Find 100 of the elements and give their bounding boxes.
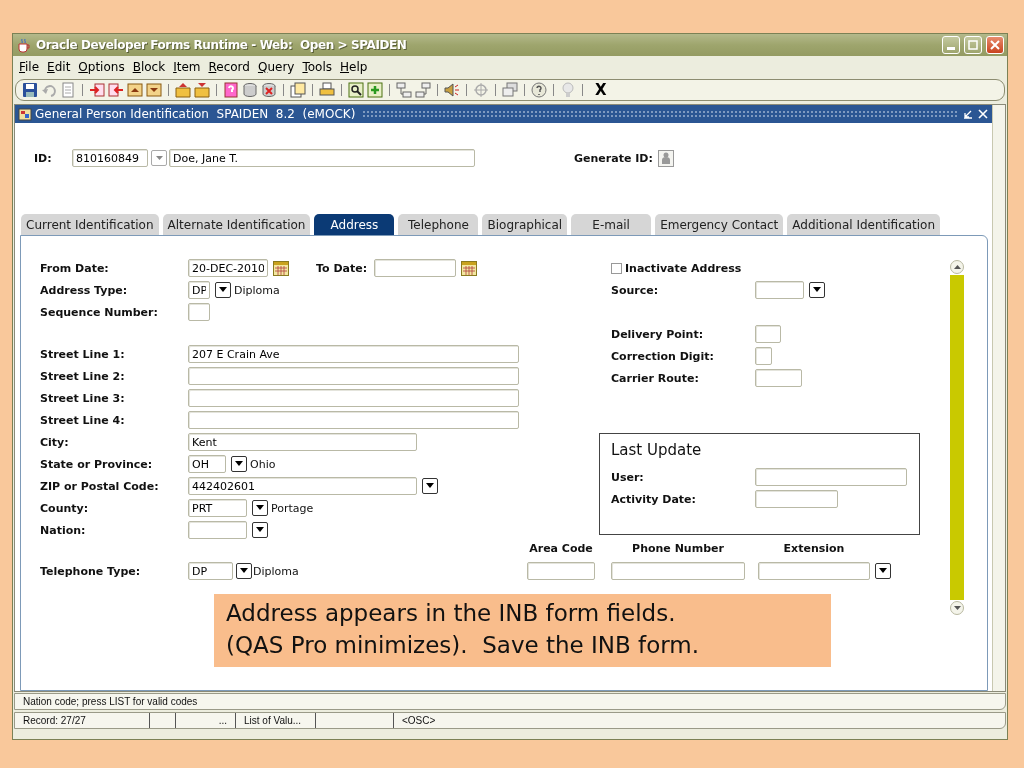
window-scrollbar[interactable] bbox=[992, 105, 1005, 691]
pages-icon[interactable] bbox=[290, 82, 306, 98]
note-text: (QAS Pro minimizes). Save the INB form. bbox=[226, 631, 701, 660]
text-field[interactable] bbox=[188, 303, 210, 321]
id-field[interactable]: 810160849 bbox=[72, 149, 148, 167]
tab[interactable]: Additional Identification bbox=[787, 214, 941, 235]
caret-icon bbox=[155, 155, 163, 161]
field-label: Street Line 3: bbox=[40, 391, 126, 405]
calendar-icon bbox=[273, 260, 289, 276]
minimize-button[interactable] bbox=[962, 108, 974, 120]
status-text: ... bbox=[217, 715, 228, 726]
dropdown-button[interactable] bbox=[252, 522, 268, 538]
tab[interactable]: Current Identification bbox=[21, 214, 159, 235]
code-field[interactable] bbox=[188, 521, 247, 539]
printer-icon[interactable] bbox=[319, 82, 335, 98]
coffee-cup-icon bbox=[16, 37, 32, 53]
tray-up-icon[interactable] bbox=[127, 82, 143, 98]
dropdown-button[interactable] bbox=[422, 478, 438, 494]
text-field[interactable] bbox=[755, 347, 772, 365]
question-mark-page-icon[interactable] bbox=[223, 82, 239, 98]
menu-item[interactable]: Tools bbox=[298, 60, 336, 74]
code-field[interactable]: OH bbox=[188, 455, 226, 473]
menu-item[interactable]: Help bbox=[336, 60, 372, 74]
text-field[interactable] bbox=[755, 468, 907, 486]
calendar-button[interactable] bbox=[272, 259, 290, 277]
field-label: User: bbox=[611, 470, 645, 484]
text-field[interactable]: 442402601 bbox=[188, 477, 417, 495]
dropdown-button[interactable] bbox=[231, 456, 247, 472]
close-icon bbox=[977, 108, 989, 120]
date-field[interactable] bbox=[374, 259, 457, 277]
code-description: Diploma bbox=[234, 283, 280, 297]
tab[interactable]: Alternate Identification bbox=[162, 214, 311, 235]
phone-field[interactable] bbox=[758, 562, 870, 580]
generate-id-button[interactable] bbox=[656, 149, 675, 167]
checkbox[interactable] bbox=[611, 262, 622, 274]
menu-item[interactable]: Block bbox=[128, 60, 170, 74]
scroll-up-button[interactable] bbox=[950, 260, 964, 274]
phone-field[interactable] bbox=[527, 562, 595, 580]
tab[interactable]: Address bbox=[314, 214, 395, 235]
arrow-out-of-box-icon[interactable] bbox=[108, 82, 124, 98]
field-label: State or Province: bbox=[40, 457, 154, 471]
close-button[interactable] bbox=[986, 36, 1004, 54]
menu-item[interactable]: Record bbox=[204, 60, 254, 74]
tab[interactable]: Telephone bbox=[398, 214, 479, 235]
dropdown-button[interactable] bbox=[809, 282, 825, 298]
tab[interactable]: Biographical bbox=[482, 214, 568, 235]
field-label: County: bbox=[40, 501, 90, 515]
maximize-button[interactable] bbox=[964, 36, 982, 54]
date-field[interactable]: 20-DEC-2010 bbox=[188, 259, 268, 277]
tray-down-icon[interactable] bbox=[146, 82, 162, 98]
menu-item[interactable]: File bbox=[15, 60, 44, 74]
menu-item[interactable]: Query bbox=[253, 60, 299, 74]
form-icon bbox=[18, 107, 32, 121]
cylinder-icon[interactable] bbox=[242, 82, 258, 98]
cylinder-cross-icon[interactable] bbox=[261, 82, 277, 98]
folder-arrow-icon[interactable] bbox=[194, 82, 210, 98]
linked-boxes-icon[interactable] bbox=[415, 82, 431, 98]
menu-item[interactable]: Edit bbox=[43, 60, 75, 74]
text-field[interactable] bbox=[188, 367, 519, 385]
stacked-windows-icon[interactable] bbox=[502, 82, 518, 98]
magnifier-icon[interactable] bbox=[348, 82, 364, 98]
maximize-icon bbox=[968, 40, 978, 50]
text-field[interactable] bbox=[755, 369, 802, 387]
dropdown-button[interactable] bbox=[215, 282, 231, 298]
text-field[interactable] bbox=[755, 281, 804, 299]
arrow-into-box-icon[interactable] bbox=[89, 82, 105, 98]
folder-arrow-icon[interactable] bbox=[175, 82, 191, 98]
code-field[interactable]: DP bbox=[188, 281, 210, 299]
dropdown-button[interactable] bbox=[236, 563, 252, 579]
text-field[interactable] bbox=[188, 411, 519, 429]
scroll-down-button[interactable] bbox=[950, 601, 964, 615]
close-button[interactable] bbox=[977, 108, 989, 120]
tab[interactable]: Emergency Contact bbox=[655, 214, 784, 235]
dropdown-button[interactable] bbox=[252, 500, 268, 516]
status-text: <OSC> bbox=[401, 715, 437, 726]
field-label: Sequence Number: bbox=[40, 305, 159, 319]
text-field[interactable]: Kent bbox=[188, 433, 417, 451]
speaker-icon[interactable] bbox=[444, 82, 460, 98]
field-label: From Date: bbox=[40, 261, 110, 275]
code-field[interactable]: DP bbox=[188, 562, 233, 580]
menu-item[interactable]: Item bbox=[169, 60, 205, 74]
caret-icon bbox=[219, 287, 227, 293]
exit-button[interactable]: X bbox=[593, 81, 609, 99]
scrollbar-thumb[interactable] bbox=[950, 275, 964, 600]
tab[interactable]: E-mail bbox=[571, 214, 652, 235]
code-field[interactable]: PRT bbox=[188, 499, 247, 517]
phone-field[interactable] bbox=[611, 562, 745, 580]
help-icon[interactable] bbox=[531, 82, 547, 98]
calendar-button[interactable] bbox=[460, 259, 479, 277]
text-field[interactable]: 207 E Crain Ave bbox=[188, 345, 519, 363]
name-field[interactable]: Doe, Jane T. bbox=[169, 149, 475, 167]
menu-item[interactable]: Options bbox=[74, 60, 129, 74]
caret-icon bbox=[235, 461, 243, 467]
text-field[interactable] bbox=[755, 490, 838, 508]
column-header: Area Code bbox=[528, 541, 594, 557]
status-text: List of Valu... bbox=[243, 715, 303, 726]
linked-boxes-icon[interactable] bbox=[396, 82, 412, 98]
text-field[interactable] bbox=[188, 389, 519, 407]
dropdown-button[interactable] bbox=[875, 563, 891, 579]
text-field[interactable] bbox=[755, 325, 781, 343]
